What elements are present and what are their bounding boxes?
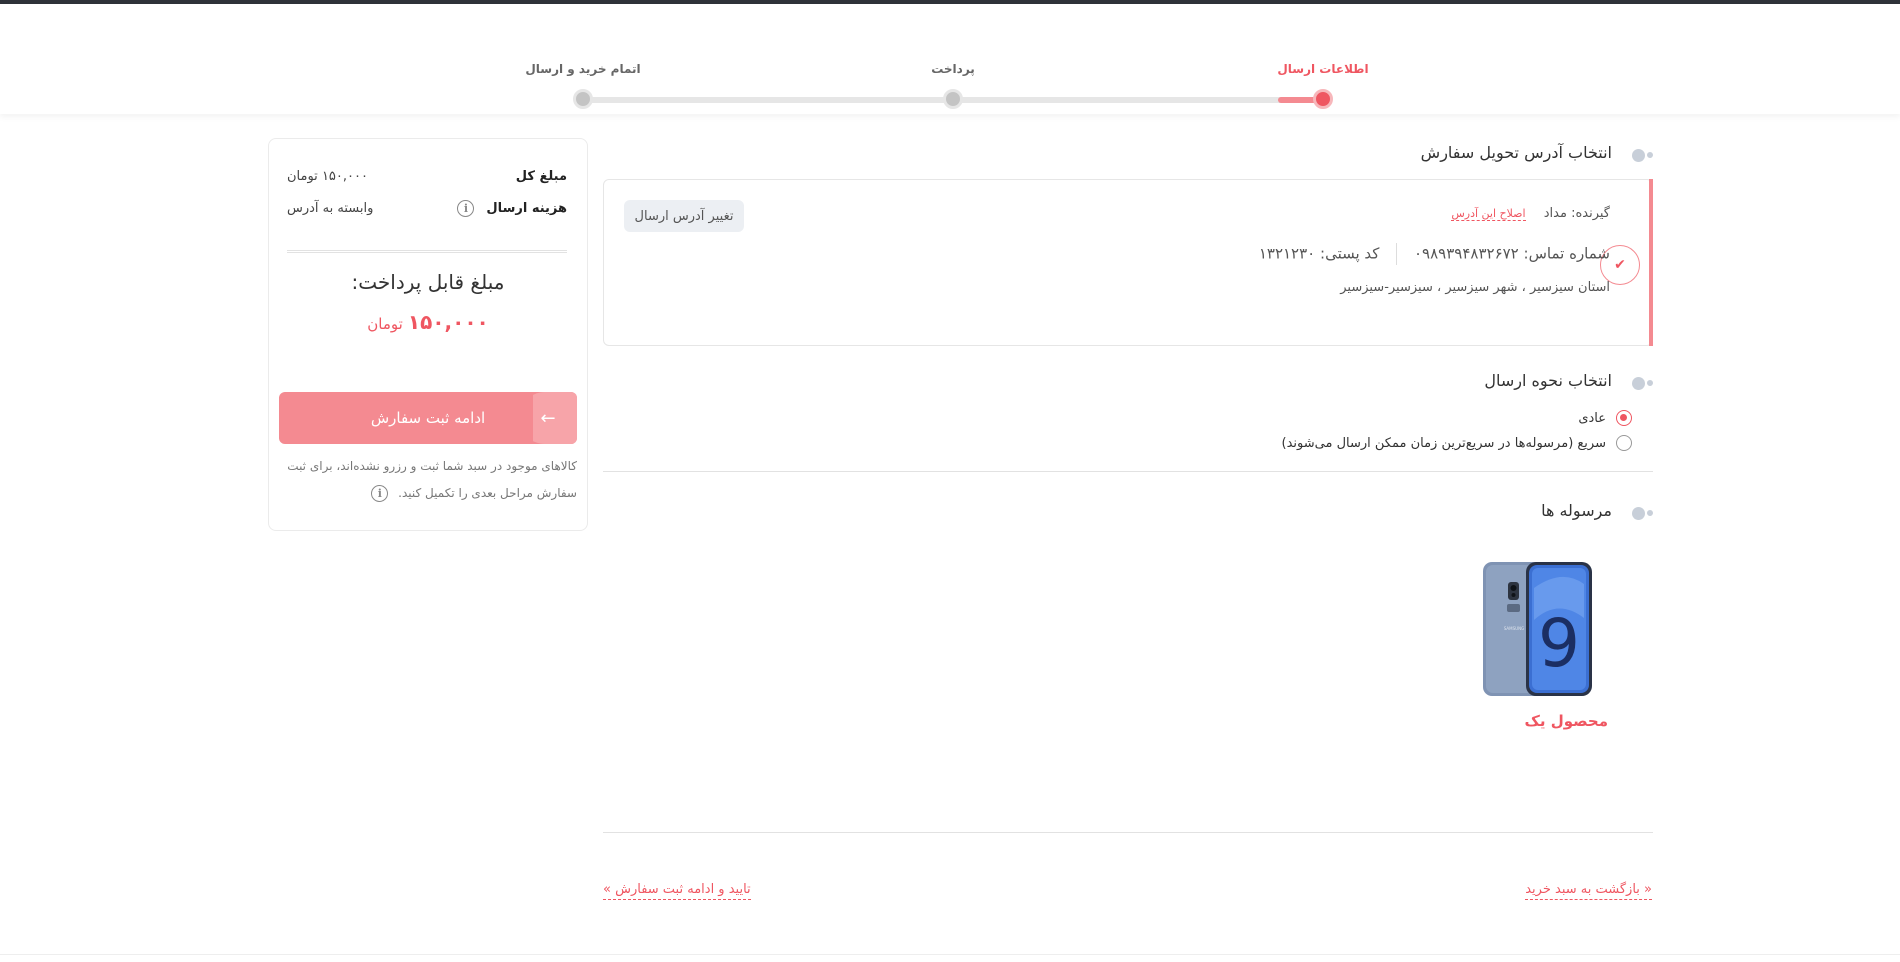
address-text: استان سیزسیر ، شهر سیزسیر ، سیزسیر-سیزسی… [1340, 280, 1610, 295]
note-info-icon: i [371, 485, 389, 502]
product-name[interactable]: محصول یک [1524, 712, 1608, 730]
shipping-option-express[interactable]: سریع (مرسوله‌ها در سریع‌ترین زمان ممکن ا… [1282, 435, 1632, 451]
payable-amount: ۱۵۰,۰۰۰ تومان [269, 310, 587, 334]
address-section-title: انتخاب آدرس تحویل سفارش [1420, 143, 1612, 162]
section-bullet-icon [1631, 507, 1653, 520]
shipping-option-express-label: سریع (مرسوله‌ها در سریع‌ترین زمان ممکن ا… [1281, 435, 1606, 451]
change-address-button[interactable]: تغییر آدرس ارسال [624, 200, 744, 232]
product-image[interactable]: SAMSUNG 9 [1462, 558, 1612, 704]
shipping-cost-value: وابسته به آدرس [287, 201, 374, 216]
recipient-line: گیرنده: مداد اصلاح این آدرس [1451, 206, 1610, 221]
summary-divider [287, 250, 567, 253]
footer-divider [0, 954, 1900, 955]
section-bullet-icon [1631, 377, 1653, 390]
phone-label: شماره تماس: [1523, 244, 1610, 263]
recipient-name: مداد [1543, 206, 1567, 221]
phone-value: ۰۹۸۹۳۹۴۸۳۲۶۷۲ [1414, 244, 1519, 263]
confirm-order-link[interactable]: تایید و ادامه ثبت سفارش » [603, 882, 751, 900]
summary-note: کالاهای موجود در سبد شما ثبت و رزرو نشده… [287, 453, 577, 507]
payable-amount-number: ۱۵۰,۰۰۰ [407, 310, 489, 334]
step-label-complete[interactable]: اتمام خرید و ارسال [525, 62, 640, 76]
payable-label: مبلغ قابل پرداخت: [351, 270, 505, 294]
step-label-shipping-info[interactable]: اطلاعات ارسال [1277, 62, 1368, 76]
info-icon[interactable]: i [457, 200, 475, 217]
shipping-section-title: انتخاب نحوه ارسال [1484, 371, 1612, 390]
address-card[interactable]: ✔ گیرنده: مداد اصلاح این آدرس شماره تماس… [603, 179, 1653, 346]
step-dot-payment[interactable] [943, 89, 963, 109]
postal-label: کد پستی: [1320, 244, 1380, 263]
shipping-option-normal[interactable]: عادی [1578, 410, 1632, 426]
step-label-payment[interactable]: پرداخت [931, 62, 975, 76]
contact-line: شماره تماس: ۰۹۸۹۳۹۴۸۳۲۶۷۲ کد پستی: ۱۳۲۱۲… [1259, 243, 1610, 265]
step-dot-shipping-info[interactable] [1313, 89, 1333, 109]
total-value: ۱۵۰,۰۰۰ تومان [287, 169, 368, 184]
address-card-accent [1649, 179, 1653, 346]
summary-note-text: کالاهای موجود در سبد شما ثبت و رزرو نشده… [287, 459, 577, 500]
svg-text:9: 9 [1538, 605, 1580, 682]
continue-order-label: ادامه ثبت سفارش [370, 409, 486, 427]
step-dot-complete[interactable] [573, 89, 593, 109]
total-label: مبلغ کل [515, 169, 567, 184]
continue-order-button[interactable]: ادامه ثبت سفارش ← [279, 392, 577, 444]
shipping-cost-label: هزینه ارسال [486, 201, 567, 216]
recipient-label: گیرنده: [1571, 206, 1610, 221]
shipping-option-normal-label: عادی [1578, 410, 1606, 426]
arrow-left-icon: ← [533, 392, 577, 444]
contact-separator [1396, 243, 1398, 265]
order-summary-card: مبلغ کل ۱۵۰,۰۰۰ تومان هزینه ارسال i وابس… [268, 138, 588, 531]
svg-text:SAMSUNG: SAMSUNG [1504, 626, 1524, 631]
back-to-cart-link[interactable]: « بازگشت به سبد خرید [1525, 882, 1652, 900]
parcels-section-title: مرسوله ها [1541, 501, 1612, 520]
postal-value: ۱۳۲۱۲۳۰ [1258, 244, 1316, 263]
checkout-stepper: اطلاعات ارسال پرداخت اتمام خرید و ارسال [0, 4, 1900, 114]
arrow-left-icon-wrap: ← [533, 392, 577, 444]
edit-address-link[interactable]: اصلاح این آدرس [1451, 207, 1526, 221]
shipping-cost-row: هزینه ارسال i وابسته به آدرس [287, 200, 567, 217]
section-divider [603, 471, 1653, 472]
payable-amount-currency: تومان [367, 315, 403, 333]
section-bullet-icon [1631, 149, 1653, 162]
bottom-divider [603, 832, 1653, 833]
radio-express[interactable] [1616, 435, 1632, 451]
radio-normal[interactable] [1616, 410, 1632, 426]
total-row: مبلغ کل ۱۵۰,۰۰۰ تومان [287, 169, 567, 184]
